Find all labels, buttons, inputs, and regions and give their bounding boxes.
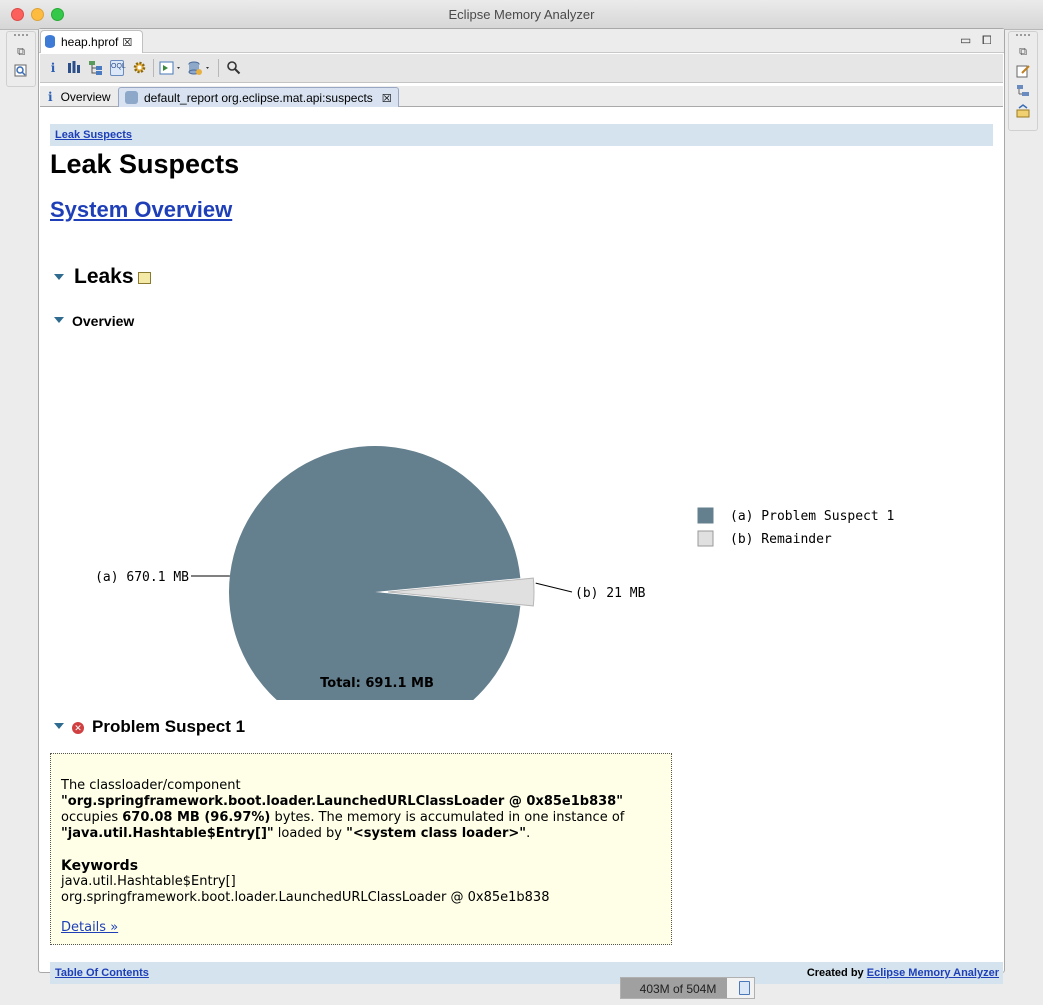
- overview-heading-text: Overview: [72, 313, 135, 329]
- suspect-instance-class: "java.util.Hashtable$Entry[]": [61, 826, 274, 841]
- query-browser-icon[interactable]: [187, 60, 213, 76]
- legend-label: (b) Remainder: [730, 532, 832, 547]
- suspect-period: .: [526, 826, 531, 841]
- minimize-editor-icon[interactable]: ▭: [960, 33, 971, 47]
- tab-overview-label: Overview: [60, 90, 111, 104]
- system-overview-link[interactable]: System Overview: [50, 197, 232, 223]
- suspect-classloader: "org.springframework.boot.loader.Launche…: [61, 794, 623, 809]
- trim-drag-handle[interactable]: [1016, 34, 1030, 40]
- heap-status[interactable]: 403M of 504M: [620, 977, 755, 999]
- editor-tab-bar: heap.hprof ☒ ▭ ⧠: [39, 29, 1004, 53]
- editor-area: heap.hprof ☒ ▭ ⧠ i OQL i Overview defaul…: [38, 28, 1005, 984]
- collapse-triangle-icon[interactable]: [54, 317, 64, 323]
- close-tab-icon[interactable]: ☒: [382, 93, 392, 105]
- collapse-triangle-icon[interactable]: [54, 723, 64, 729]
- restore-icon[interactable]: ⧉: [13, 44, 29, 60]
- chart-legend: (a) Problem Suspect 1 (b) Remainder: [697, 507, 894, 547]
- tab-default-report-label: default_report org.eclipse.mat.api:suspe…: [144, 91, 373, 105]
- keyword-item: java.util.Hashtable$Entry[]: [61, 874, 236, 889]
- suspect-loaded-by: loaded by: [277, 826, 342, 841]
- suspect-intro: The classloader/component: [61, 778, 241, 793]
- pie-value-label: (a) 670.1 MB: [95, 570, 189, 585]
- heap-file-tab-label: heap.hprof: [61, 35, 119, 49]
- search-icon[interactable]: [13, 64, 29, 80]
- keywords-heading: Keywords: [61, 858, 139, 874]
- restore-icon[interactable]: ⧉: [1015, 44, 1031, 60]
- histogram-icon[interactable]: [66, 60, 82, 76]
- problem-suspect-box: The classloader/component "org.springfra…: [50, 753, 672, 945]
- legend-swatch: [697, 507, 714, 524]
- report-footer: Table Of Contents Created by Eclipse Mem…: [50, 962, 1003, 984]
- problem-suspect-heading-text: Problem Suspect 1: [92, 717, 246, 736]
- pie-leader-line: [535, 582, 573, 593]
- report-content: Leak Suspects Leak Suspects System Overv…: [40, 108, 1003, 984]
- collapse-triangle-icon[interactable]: [54, 274, 64, 280]
- gear-icon[interactable]: [131, 60, 147, 76]
- compare-icon[interactable]: [1015, 104, 1031, 120]
- expand-all-icon[interactable]: [137, 272, 151, 284]
- left-trim-bar: ⧉: [6, 31, 36, 87]
- close-tab-icon[interactable]: ☒: [122, 37, 132, 49]
- trash-icon[interactable]: [739, 981, 750, 995]
- legend-label: (a) Problem Suspect 1: [730, 509, 894, 524]
- info-icon: i: [48, 90, 53, 104]
- suspect-loader: "<system class loader>": [346, 826, 527, 841]
- navigation-icon[interactable]: [1015, 84, 1031, 100]
- created-by-label: Created by: [806, 967, 864, 979]
- pie-slice-a: [229, 446, 521, 700]
- overview-section-heading[interactable]: Overview: [54, 313, 134, 329]
- search-icon[interactable]: [225, 60, 241, 76]
- breadcrumb: Leak Suspects: [50, 124, 993, 146]
- eclipse-mat-link[interactable]: Eclipse Memory Analyzer: [867, 967, 999, 979]
- error-icon: ✕: [72, 722, 84, 734]
- dominator-tree-icon[interactable]: [88, 60, 104, 76]
- legend-swatch: [697, 530, 714, 547]
- report-tab-bar: i Overview default_report org.eclipse.mat…: [40, 86, 1003, 107]
- tab-default-report[interactable]: default_report org.eclipse.mat.api:suspe…: [118, 87, 399, 107]
- maximize-editor-icon[interactable]: ⧠: [982, 33, 992, 48]
- oql-icon[interactable]: OQL: [110, 60, 126, 76]
- toolbar-separator: [153, 59, 154, 77]
- tab-overview[interactable]: i Overview: [42, 87, 117, 107]
- heap-file-tab[interactable]: heap.hprof ☒: [40, 30, 143, 53]
- pie-value-label: (b) 21 MB: [575, 586, 646, 601]
- suspect-size: 670.08 MB (96.97%): [122, 810, 271, 825]
- database-icon: [45, 35, 55, 48]
- breadcrumb-leak-suspects-link[interactable]: Leak Suspects: [55, 129, 132, 141]
- run-report-icon[interactable]: [159, 60, 183, 76]
- pie-group: [229, 446, 535, 700]
- heap-status-text: 403M of 504M: [639, 982, 717, 996]
- info-icon[interactable]: i: [49, 60, 57, 76]
- suspect-occupies: occupies: [61, 810, 119, 825]
- window-titlebar: Eclipse Memory Analyzer: [0, 0, 1043, 30]
- suspect-bytes-text: bytes. The memory is accumulated in one …: [274, 810, 625, 825]
- toolbar-separator: [218, 59, 219, 77]
- table-of-contents-link[interactable]: Table Of Contents: [55, 967, 149, 979]
- details-link[interactable]: Details »: [61, 920, 118, 936]
- trim-drag-handle[interactable]: [14, 34, 28, 40]
- created-by-text: Created by Eclipse Memory Analyzer: [807, 967, 999, 979]
- problem-suspect-heading[interactable]: ✕ Problem Suspect 1: [54, 717, 245, 737]
- memory-pie-chart: (a) 670.1 MB (b) 21 MB (a) Problem Suspec…: [95, 446, 894, 700]
- right-trim-bar: ⧉: [1008, 31, 1038, 131]
- chart-total-label: Total: 691.1 MB: [320, 676, 434, 691]
- window-title: Eclipse Memory Analyzer: [448, 7, 595, 22]
- report-icon: [125, 91, 138, 104]
- leaks-section-heading[interactable]: Leaks: [54, 265, 151, 289]
- heap-toolbar: i OQL: [40, 54, 1003, 83]
- page-title: Leak Suspects: [50, 149, 240, 179]
- keyword-item: org.springframework.boot.loader.Launched…: [61, 890, 550, 905]
- leaks-heading-text: Leaks: [74, 265, 134, 288]
- notes-icon[interactable]: [1015, 64, 1031, 80]
